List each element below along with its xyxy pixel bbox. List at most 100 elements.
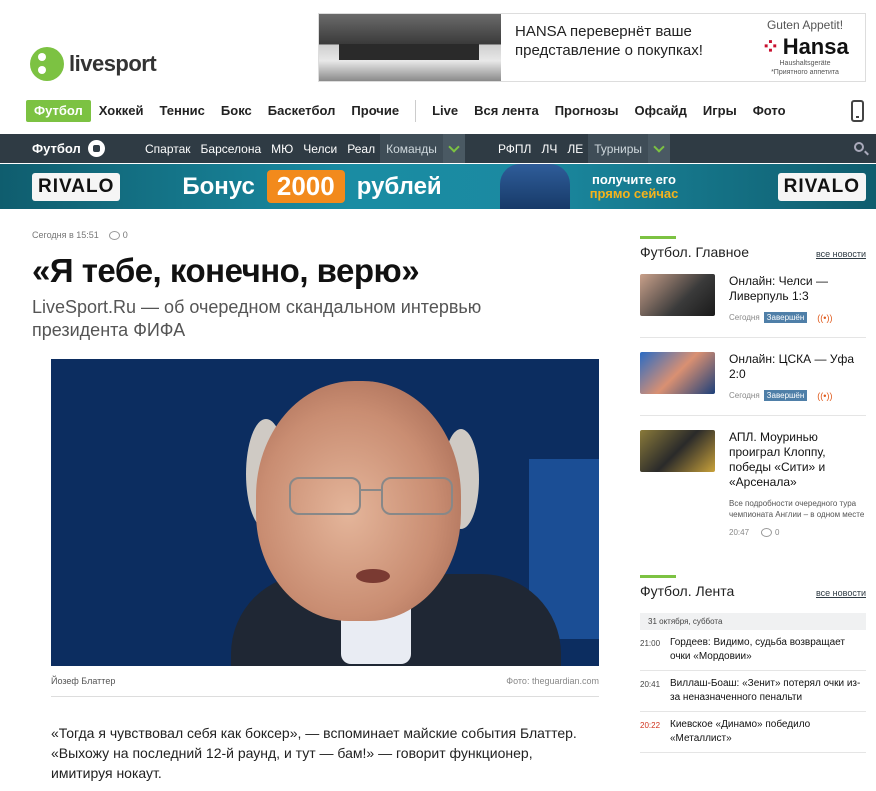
nav-photo[interactable]: Фото [745, 100, 794, 122]
main-news-header: Футбол. Главное все новости [640, 236, 866, 260]
news-meta: Сегодня Завершён ((•)) [729, 390, 866, 401]
team-link[interactable]: Барселона [196, 142, 267, 156]
nav-divider [415, 100, 417, 122]
status-badge: Завершён [763, 390, 808, 401]
ad-text: HANSA перевернёт ваше представление о по… [515, 23, 703, 59]
news-footer: 20:47 0 [729, 528, 866, 537]
main-news-title: Футбол. Главное [640, 244, 749, 260]
tournament-link[interactable]: РФПЛ [493, 142, 537, 156]
top-ad-banner[interactable]: HANSA перевернёт ваше представление о по… [318, 13, 866, 82]
banner-cta-line2: прямо сейчас [589, 185, 679, 201]
feed-time: 20:41 [640, 680, 661, 689]
feed-item[interactable]: 20:22 Киевское «Динамо» победило «Металл… [640, 712, 866, 753]
ad-brand-block: Guten Appetit! Hansa Haushaltsgeräte *Пр… [745, 14, 865, 81]
tournament-link[interactable]: ЛЧ [536, 142, 562, 156]
article-photo [51, 359, 599, 666]
news-thumbnail[interactable] [640, 274, 715, 316]
feed-item[interactable]: 20:41 Виллаш-Боаш: «Зенит» потерял очки … [640, 671, 866, 712]
nav-basketball[interactable]: Баскетбол [260, 100, 344, 122]
team-link[interactable]: Спартак [140, 142, 196, 156]
banner-bonus-suffix: рублей [356, 172, 442, 200]
team-link[interactable]: Реал [342, 142, 380, 156]
news-title[interactable]: Онлайн: Челси — Ливерпуль 1:3 [729, 274, 866, 304]
ad-brand-name: Hansa [745, 34, 865, 60]
feed-header: Футбол. Лента все новости [640, 575, 866, 599]
divider [640, 337, 866, 338]
site-logo[interactable]: livesport [30, 47, 157, 81]
article-comment-count[interactable]: 0 [123, 230, 128, 240]
logo-icon [30, 47, 64, 81]
comment-icon[interactable] [761, 528, 773, 537]
banner-cta: получите его прямо сейчас [589, 171, 679, 201]
ad-slogan: Guten Appetit! [766, 18, 844, 32]
feed-date: 31 октября, суббота [640, 613, 866, 630]
nav-games[interactable]: Игры [695, 100, 745, 122]
article-title: «Я тебе, конечно, верю» [32, 252, 420, 289]
broadcast-icon: ((•)) [817, 390, 833, 401]
mobile-phone-icon[interactable] [851, 100, 864, 122]
news-thumbnail[interactable] [640, 430, 715, 472]
team-link[interactable]: МЮ [266, 142, 298, 156]
news-comment-count[interactable]: 0 [775, 528, 779, 537]
main-news-all-link[interactable]: все новости [816, 249, 866, 259]
feed-text[interactable]: Киевское «Динамо» победило «Металлист» [670, 718, 866, 746]
football-ball-icon [87, 140, 105, 157]
tournaments-dropdown[interactable]: Турниры [588, 134, 671, 163]
feed-all-link[interactable]: все новости [816, 588, 866, 598]
teams-dropdown[interactable]: Команды [380, 134, 465, 163]
ad-note: *Приятного аппетита [771, 69, 839, 76]
tournaments-dropdown-label: Турниры [594, 141, 643, 156]
teams-dropdown-label: Команды [386, 141, 437, 156]
nav-live[interactable]: Live [424, 100, 466, 122]
news-item[interactable]: Онлайн: ЦСКА — Уфа 2:0 Сегодня Завершён … [640, 352, 866, 401]
article-time: Сегодня в 15:51 [32, 230, 99, 240]
nav-hockey[interactable]: Хоккей [91, 100, 152, 122]
banner-cta-line1: получите его [592, 171, 676, 187]
news-title[interactable]: Онлайн: ЦСКА — Уфа 2:0 [729, 352, 866, 382]
sub-nav: Футбол Спартак Барселона МЮ Челси Реал К… [0, 134, 876, 163]
nav-other[interactable]: Прочие [343, 100, 407, 122]
article-lead: LiveSport.Ru — об очередном скандальном … [32, 297, 482, 340]
news-thumbnail[interactable] [640, 352, 715, 394]
photo-lens [289, 477, 361, 515]
feed-item[interactable]: 21:00 Гордеев: Видимо, судьба возвращает… [640, 630, 866, 671]
banner-bonus-prefix: Бонус [182, 172, 255, 200]
comment-icon[interactable] [108, 230, 120, 240]
promo-banner[interactable]: RIVALO Бонус 2000 рублей получите его пр… [0, 164, 876, 209]
banner-brand-right: RIVALO [777, 172, 866, 201]
search-icon[interactable] [854, 142, 864, 152]
nav-predictions[interactable]: Прогнозы [547, 100, 627, 122]
news-meta: Сегодня Завершён ((•)) [729, 312, 866, 323]
nav-football[interactable]: Футбол [26, 100, 91, 122]
sport-title-label: Футбол [32, 141, 81, 156]
news-title[interactable]: АПЛ. Моуринью проиграл Клоппу, победы «С… [729, 430, 866, 490]
feed-text[interactable]: Виллаш-Боаш: «Зенит» потерял очки из-за … [670, 677, 866, 705]
team-link[interactable]: Челси [298, 142, 342, 156]
nav-offside[interactable]: Офсайд [627, 100, 695, 122]
photo-caption-text: Йозеф Блаттер [51, 676, 116, 686]
feed-text[interactable]: Гордеев: Видимо, судьба возвращает очки … [670, 636, 866, 664]
chevron-down-icon [442, 134, 465, 163]
feed-time: 20:22 [640, 721, 661, 730]
tournament-link[interactable]: ЛЕ [562, 142, 588, 156]
news-body: Онлайн: ЦСКА — Уфа 2:0 Сегодня Завершён … [729, 352, 866, 401]
feed-time: 21:00 [640, 639, 661, 648]
nav-tennis[interactable]: Теннис [151, 100, 212, 122]
news-item[interactable]: АПЛ. Моуринью проиграл Клоппу, победы «С… [640, 430, 866, 537]
photo-glasses-bridge [361, 489, 381, 491]
divider [640, 415, 866, 416]
ad-brand-sub: Haushaltsgeräte [779, 60, 831, 67]
banner-brand-left: RIVALO [32, 172, 121, 201]
banner-bonus-amount: 2000 [266, 170, 345, 203]
sport-title[interactable]: Футбол [0, 140, 140, 157]
photo-lens [381, 477, 453, 515]
photo-glasses [289, 477, 459, 517]
article: Сегодня в 15:51 0 «Я тебе, конечно, верю… [32, 230, 602, 783]
nav-boxing[interactable]: Бокс [213, 100, 260, 122]
nav-all-feed[interactable]: Вся лента [466, 100, 547, 122]
logo-text: livesport [69, 51, 157, 76]
photo-mouth [356, 569, 390, 583]
news-item[interactable]: Онлайн: Челси — Ливерпуль 1:3 Сегодня За… [640, 274, 866, 323]
feed-title: Футбол. Лента [640, 583, 735, 599]
article-meta: Сегодня в 15:51 0 [32, 230, 602, 240]
